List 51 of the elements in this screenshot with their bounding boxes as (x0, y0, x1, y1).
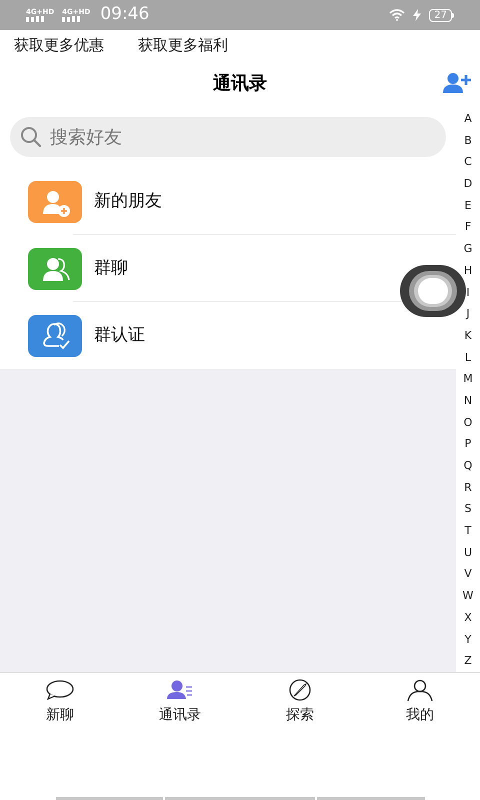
index-letter[interactable]: F (464, 216, 472, 238)
contacts-tab-icon (165, 679, 195, 702)
index-letter[interactable]: Q (464, 455, 472, 477)
tab[interactable]: 我的 (360, 673, 480, 740)
index-letter[interactable]: S (464, 498, 472, 520)
tab[interactable]: 探索 (240, 673, 360, 740)
index-letter[interactable]: Z (464, 650, 472, 672)
tab[interactable]: 通讯录 (120, 673, 240, 740)
promo-link[interactable]: 获取更多优惠 (14, 34, 104, 56)
index-letter[interactable]: H (464, 260, 472, 282)
clock: 09:46 (100, 3, 150, 26)
index-letter[interactable]: L (464, 346, 472, 368)
chat-tab-icon (45, 679, 75, 702)
index-letter[interactable]: C (464, 151, 472, 174)
index-letter[interactable]: R (464, 476, 472, 498)
entry-label: 群认证 (94, 324, 145, 347)
battery-level: 27 (429, 8, 452, 22)
promo-link[interactable]: 获取更多福利 (138, 34, 228, 56)
index-letter[interactable]: T (464, 520, 472, 542)
search-icon (20, 126, 42, 148)
index-letter[interactable]: E (464, 194, 472, 216)
index-letter[interactable]: U (464, 542, 472, 564)
index-letter[interactable]: Y (464, 628, 472, 650)
signal-icon (26, 16, 46, 22)
index-letter[interactable]: B (464, 130, 472, 152)
index-letter[interactable]: G (464, 238, 472, 260)
index-letter[interactable]: X (464, 606, 472, 628)
entry-label: 群聊 (94, 256, 128, 280)
index-letter[interactable]: V (464, 563, 472, 586)
index-letter[interactable]: I (466, 282, 470, 304)
tab[interactable]: 新聊 (0, 673, 120, 740)
signal-icon (62, 16, 82, 22)
index-letter[interactable]: M (463, 368, 473, 390)
add-contact-button[interactable] (442, 72, 472, 94)
index-letter[interactable]: P (464, 433, 472, 455)
index-letter[interactable]: J (466, 303, 470, 325)
contact-entry[interactable]: 新的朋友 (0, 168, 456, 235)
index-letter[interactable]: A (464, 108, 472, 130)
search-field[interactable]: 搜索好友 (10, 117, 446, 157)
index-letter[interactable]: D (464, 173, 472, 195)
contact-entry[interactable]: 群认证 (0, 302, 456, 369)
me-tab-icon (405, 679, 435, 702)
index-letter[interactable]: W (462, 585, 474, 607)
index-letter[interactable]: O (464, 412, 472, 434)
wifi-icon (389, 9, 406, 21)
index-letter[interactable]: K (464, 324, 472, 347)
person-plus-icon (442, 72, 472, 94)
charging-icon (413, 9, 422, 21)
page-title: 通讯录 (213, 72, 267, 96)
index-letter[interactable]: N (464, 390, 472, 412)
entry-label: 新的朋友 (94, 190, 162, 213)
